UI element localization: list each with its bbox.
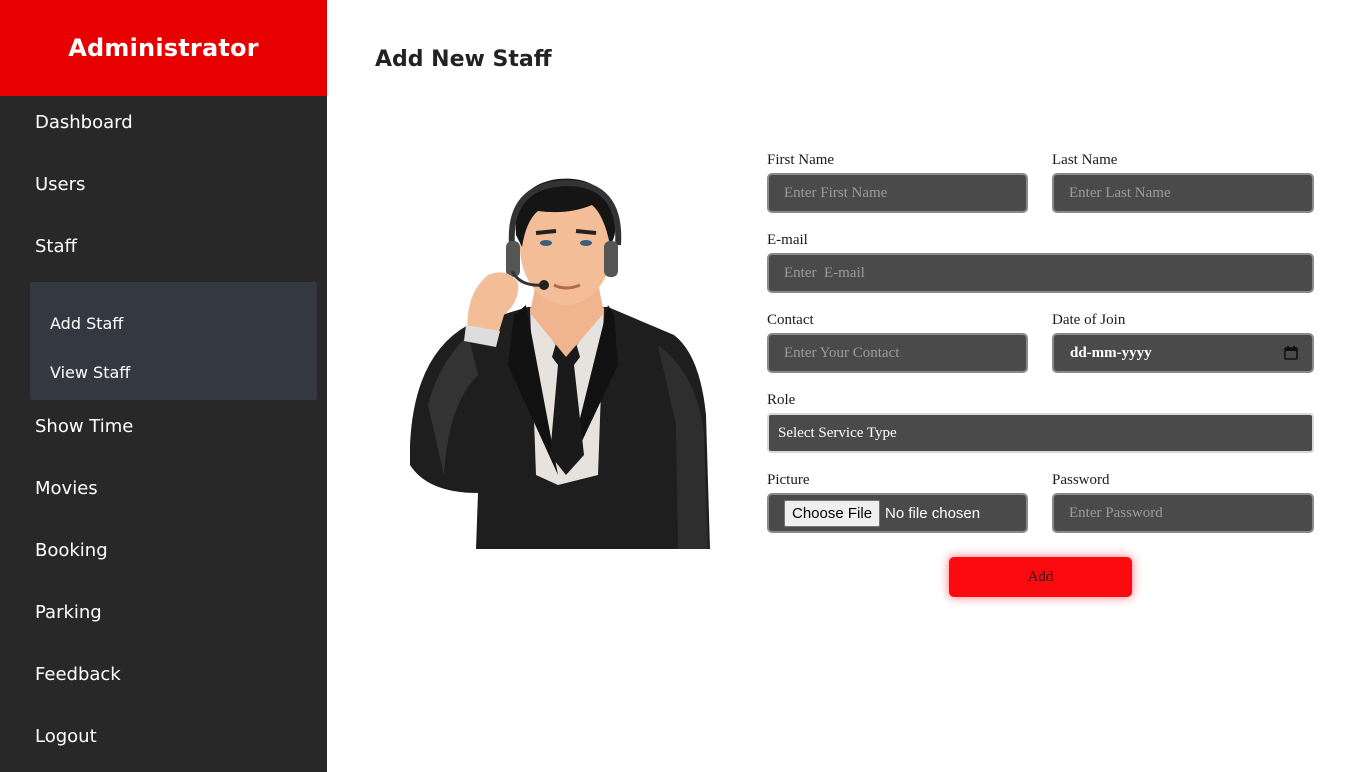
role-selected-value: Select Service Type	[778, 424, 897, 441]
brand-title: Administrator	[68, 34, 259, 62]
contact-label: Contact	[767, 312, 814, 328]
role-label: Role	[767, 392, 796, 408]
calendar-icon[interactable]	[1284, 346, 1298, 360]
sidebar-item-parking[interactable]: Parking	[35, 602, 102, 623]
sidebar-item-logout[interactable]: Logout	[35, 726, 97, 747]
last-name-label: Last Name	[1052, 152, 1118, 168]
sidebar-item-show-time[interactable]: Show Time	[35, 416, 133, 437]
brand-header: Administrator	[0, 0, 327, 96]
picture-label: Picture	[767, 472, 810, 488]
password-label: Password	[1052, 472, 1110, 488]
sidebar-item-booking[interactable]: Booking	[35, 540, 108, 561]
sidebar-item-staff[interactable]: Staff	[35, 236, 77, 257]
email-label: E-mail	[767, 232, 808, 248]
file-status-text: No file chosen	[885, 504, 981, 522]
sidebar-item-dashboard[interactable]: Dashboard	[35, 112, 133, 133]
email-input[interactable]	[767, 253, 1314, 293]
picture-file-input: Choose File No file chosen	[767, 493, 1028, 533]
sidebar: Administrator Dashboard Users Staff Add …	[0, 0, 327, 772]
staff-illustration	[410, 178, 710, 549]
sidebar-item-movies[interactable]: Movies	[35, 478, 98, 499]
last-name-input[interactable]	[1052, 173, 1314, 213]
date-of-join-value: dd-mm-yyyy	[1070, 344, 1152, 361]
add-staff-button[interactable]: Add	[949, 557, 1132, 597]
role-select[interactable]: Select Service Type	[767, 413, 1314, 453]
staff-submenu: Add Staff View Staff	[30, 282, 317, 400]
first-name-input[interactable]	[767, 173, 1028, 213]
password-input[interactable]	[1052, 493, 1314, 533]
choose-file-button[interactable]: Choose File	[784, 499, 881, 527]
contact-input[interactable]	[767, 333, 1028, 373]
sidebar-item-feedback[interactable]: Feedback	[35, 664, 121, 685]
date-of-join-input[interactable]: dd-mm-yyyy	[1052, 333, 1314, 373]
sidebar-item-users[interactable]: Users	[35, 174, 85, 195]
page-title: Add New Staff	[375, 47, 552, 72]
date-of-join-label: Date of Join	[1052, 312, 1126, 328]
submenu-item-view-staff[interactable]: View Staff	[50, 363, 130, 382]
first-name-label: First Name	[767, 152, 835, 168]
submenu-item-add-staff[interactable]: Add Staff	[50, 314, 123, 333]
